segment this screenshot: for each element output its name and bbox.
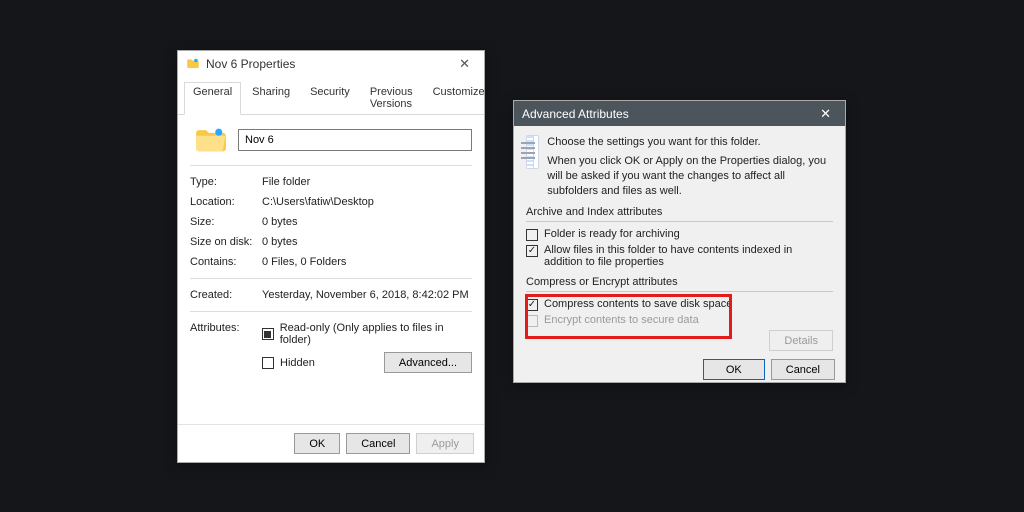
value-type: File folder (262, 176, 472, 188)
value-contains: 0 Files, 0 Folders (262, 256, 472, 268)
advanced-intro: Choose the settings you want for this fo… (547, 135, 833, 198)
folder-name-input[interactable] (238, 129, 472, 151)
checkbox-archive[interactable]: Folder is ready for archiving (526, 228, 833, 241)
checkbox-icon (526, 245, 538, 257)
properties-button-bar: OK Cancel Apply (178, 424, 484, 462)
advanced-intro-2: When you click OK or Apply on the Proper… (547, 154, 833, 199)
folder-icon (186, 57, 200, 71)
label-location: Location: (190, 196, 262, 208)
checkbox-icon (526, 229, 538, 241)
value-size: 0 bytes (262, 216, 472, 228)
value-location: C:\Users\fatiw\Desktop (262, 196, 472, 208)
group-compress-label: Compress or Encrypt attributes (526, 276, 833, 288)
highlight-compress-option (525, 294, 732, 339)
cancel-button[interactable]: Cancel (346, 433, 410, 454)
ok-button[interactable]: OK (294, 433, 340, 454)
cancel-button[interactable]: Cancel (771, 359, 835, 380)
checkbox-icon (262, 357, 274, 369)
label-archive: Folder is ready for archiving (544, 228, 680, 240)
ok-button[interactable]: OK (703, 359, 765, 380)
label-size: Size: (190, 216, 262, 228)
group-archive-label: Archive and Index attributes (526, 206, 833, 218)
advanced-button[interactable]: Advanced... (384, 352, 472, 373)
properties-body: Type:File folder Location:C:\Users\fatiw… (178, 115, 484, 424)
label-created: Created: (190, 289, 262, 301)
advanced-titlebar[interactable]: Advanced Attributes ✕ (514, 101, 845, 126)
advanced-attributes-window: Advanced Attributes ✕ Choose the setting… (513, 100, 846, 383)
label-hidden: Hidden (280, 357, 315, 369)
tab-security[interactable]: Security (301, 82, 359, 115)
attributes-icon (526, 135, 539, 169)
window-title: Nov 6 Properties (206, 57, 451, 71)
advanced-title: Advanced Attributes (522, 107, 812, 121)
label-type: Type: (190, 176, 262, 188)
value-size-on-disk: 0 bytes (262, 236, 472, 248)
properties-titlebar[interactable]: Nov 6 Properties ✕ (178, 51, 484, 77)
tab-general[interactable]: General (184, 82, 241, 115)
tab-customize[interactable]: Customize (424, 82, 494, 115)
advanced-intro-1: Choose the settings you want for this fo… (547, 135, 833, 150)
apply-button[interactable]: Apply (416, 433, 474, 454)
label-attributes: Attributes: (190, 322, 262, 334)
close-icon[interactable]: ✕ (812, 104, 839, 124)
checkbox-icon (262, 328, 274, 340)
details-button[interactable]: Details (769, 330, 833, 351)
close-icon[interactable]: ✕ (451, 54, 478, 74)
value-created: Yesterday, November 6, 2018, 8:42:02 PM (262, 289, 472, 301)
label-readonly: Read-only (Only applies to files in fold… (280, 322, 472, 346)
checkbox-hidden[interactable]: Hidden (262, 357, 384, 369)
tab-previous-versions[interactable]: Previous Versions (361, 82, 422, 115)
tab-strip: General Sharing Security Previous Versio… (178, 77, 484, 115)
properties-window: Nov 6 Properties ✕ General Sharing Secur… (177, 50, 485, 463)
checkbox-readonly[interactable]: Read-only (Only applies to files in fold… (262, 322, 472, 346)
label-contains: Contains: (190, 256, 262, 268)
checkbox-index[interactable]: Allow files in this folder to have conte… (526, 244, 833, 268)
advanced-button-bar: OK Cancel (514, 355, 845, 388)
folder-large-icon (194, 125, 228, 155)
label-size-on-disk: Size on disk: (190, 236, 262, 248)
tab-sharing[interactable]: Sharing (243, 82, 299, 115)
label-index: Allow files in this folder to have conte… (544, 244, 833, 268)
